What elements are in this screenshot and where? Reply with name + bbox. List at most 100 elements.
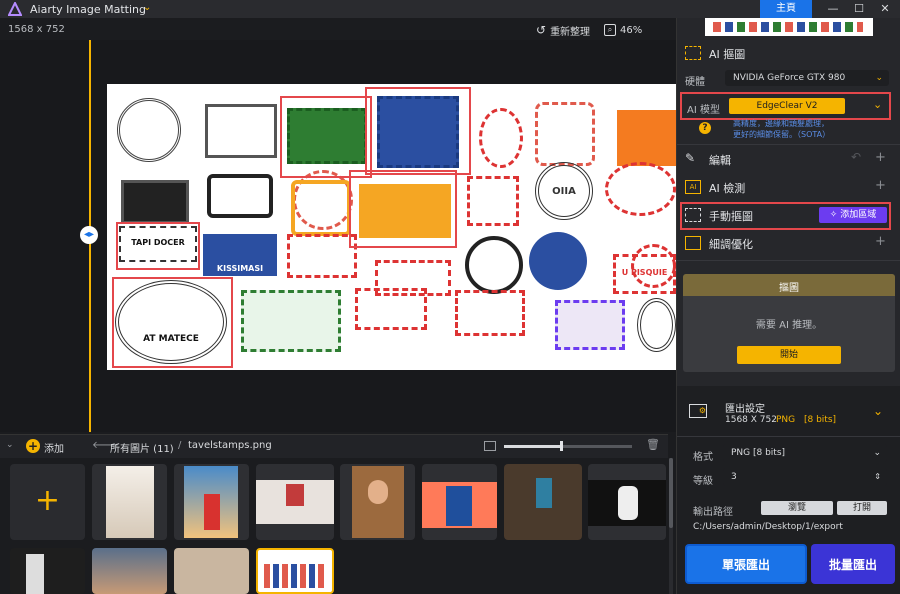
ai-detect-icon: AI <box>685 180 701 194</box>
compare-split-handle[interactable]: ◂▸ <box>80 226 98 244</box>
add-area-button[interactable]: ✧ 添加區域 <box>819 207 887 223</box>
open-button[interactable]: 打開 <box>837 501 887 515</box>
hardware-dropdown[interactable]: NVIDIA GeForce GTX 980 ⌄ <box>725 70 889 86</box>
image-thumbnail[interactable] <box>92 548 167 594</box>
stamp-oiia-text: OIIA <box>552 186 576 197</box>
add-icon[interactable]: + <box>26 439 40 453</box>
stamp-round-seal <box>637 298 676 352</box>
hardware-value: NVIDIA GeForce GTX 980 <box>733 73 846 83</box>
slider-fill <box>504 445 562 448</box>
edit-icon: ✎ <box>685 151 696 165</box>
undo-icon[interactable]: ↶ <box>851 150 861 164</box>
selection-box[interactable] <box>280 96 372 178</box>
image-thumbnail[interactable] <box>504 464 582 540</box>
image-thumbnail[interactable] <box>174 464 249 540</box>
chevron-down-icon[interactable]: ⌄ <box>143 2 151 13</box>
stamp-red-plane <box>355 288 427 330</box>
format-dropdown[interactable]: PNG [8 bits] ⌄ <box>723 444 887 462</box>
ai-model-value: EdgeClear V2 <box>756 101 818 111</box>
title-bar: Aiarty Image Matting ⌄ 主頁 — ☐ ✕ <box>0 0 900 18</box>
image-thumbnail[interactable] <box>92 464 167 540</box>
ai-model-dropdown[interactable]: EdgeClear V2 <box>729 98 845 114</box>
add-area-label: 添加區域 <box>840 210 877 220</box>
format-value: PNG [8 bits] <box>731 448 786 458</box>
stamp-red-plane-2 <box>455 290 525 336</box>
manual-matting-title[interactable]: 手動摳圖 <box>709 208 753 224</box>
sparkle-icon: ✧ <box>829 210 838 220</box>
stepper-arrows-icon[interactable]: ⇕ <box>874 468 881 486</box>
panel-preview-image <box>705 18 873 36</box>
all-images-breadcrumb[interactable]: 所有圖片 (11) <box>110 440 174 455</box>
export-size: 1568 X 752 <box>725 415 777 425</box>
slider-knob[interactable] <box>560 441 563 451</box>
reset-label: 重新整理 <box>550 26 591 38</box>
matting-card-title: 摳圖 <box>779 283 799 294</box>
selection-box[interactable] <box>349 170 457 248</box>
current-file-name: tavelstamps.png <box>188 440 272 451</box>
breadcrumb-separator: / <box>178 440 182 451</box>
expand-ai-detect-icon[interactable]: + <box>875 178 886 193</box>
edit-section-title[interactable]: 編輯 <box>709 152 731 168</box>
divider <box>677 260 900 261</box>
image-thumbnail[interactable] <box>10 548 85 594</box>
add-button[interactable]: 添加 <box>44 440 64 455</box>
model-description-line2: 更好的細節保留。（SOTA） <box>733 130 831 139</box>
stamp-city <box>205 104 277 158</box>
detail-optimize-title[interactable]: 細調優化 <box>709 236 753 252</box>
matting-card-description: 需要 AI 推理。 <box>755 320 823 331</box>
image-thumbnail[interactable] <box>422 464 497 540</box>
image-thumbnail[interactable] <box>588 464 666 540</box>
matting-card: 摳圖 需要 AI 推理。 開始 <box>683 274 895 372</box>
image-preview[interactable]: OIIA TAPI DOCER KISSIMASI U PISQUIE AT M… <box>107 84 676 370</box>
browse-button[interactable]: 瀏覽 <box>761 501 833 515</box>
trash-icon[interactable]: 🗑 <box>646 438 660 451</box>
app-logo-icon <box>8 2 22 16</box>
start-button[interactable]: 開始 <box>737 346 841 364</box>
close-button[interactable]: ✕ <box>872 0 898 18</box>
stamp-orange-building <box>617 110 676 166</box>
thumbnail-size-slider[interactable] <box>504 441 632 451</box>
image-thumbnail[interactable] <box>256 464 334 540</box>
divider <box>677 436 900 437</box>
ai-matting-icon <box>685 46 701 60</box>
export-settings-icon: ⚙ <box>689 404 707 418</box>
stamp-green-map <box>241 290 341 352</box>
selection-box[interactable] <box>116 222 200 270</box>
image-thumbnail[interactable] <box>340 464 415 540</box>
scrollbar-thumb[interactable] <box>669 458 673 528</box>
ai-matting-title: AI 摳圖 <box>709 48 746 61</box>
image-thumbnail[interactable] <box>174 548 249 594</box>
chevron-down-icon[interactable]: ⌄ <box>873 98 882 111</box>
export-format-tag: PNG <box>776 415 796 425</box>
output-path-value: C:/Users/admin/Desktop/1/export <box>693 522 843 532</box>
selection-box[interactable] <box>112 277 233 368</box>
stamp-red-square <box>287 234 357 278</box>
level-stepper[interactable]: 3 ⇕ <box>723 468 887 486</box>
collapse-icon[interactable]: ⌄ <box>6 440 14 450</box>
zoom-icon: ⌕ <box>604 24 616 36</box>
minimize-button[interactable]: — <box>820 0 846 18</box>
model-description-line1: 高精度，邊緣和頭髮處理， <box>733 119 829 128</box>
help-icon[interactable]: ? <box>699 122 711 134</box>
single-export-label: 單張匯出 <box>721 558 770 572</box>
add-image-tile[interactable]: + <box>10 464 85 540</box>
level-label: 等級 <box>693 476 713 487</box>
image-dimensions: 1568 x 752 <box>8 24 65 35</box>
stamp-red-round-2 <box>631 244 676 288</box>
stamp-blue-star: KISSIMASI <box>203 234 277 276</box>
stamp-red-oval <box>605 162 676 216</box>
refresh-icon: ↺ <box>536 23 547 37</box>
divider <box>677 144 900 145</box>
maximize-button[interactable]: ☐ <box>846 0 872 18</box>
image-thumbnail-selected[interactable] <box>256 548 334 594</box>
collapse-double-chevron-icon[interactable]: ⌄ <box>873 404 883 418</box>
expand-edit-icon[interactable]: + <box>875 150 886 165</box>
expand-detail-icon[interactable]: + <box>875 234 886 249</box>
stamp-bw-plane <box>121 180 189 224</box>
zoom-control[interactable]: ⌕ 46% <box>604 22 642 38</box>
ai-detect-title[interactable]: AI 檢測 <box>709 180 745 196</box>
selection-box[interactable] <box>365 87 471 175</box>
right-panel: AI 摳圖 硬體 NVIDIA GeForce GTX 980 ⌄ AI 模型 … <box>676 18 900 594</box>
reset-button[interactable]: ↺ 重新整理 <box>536 22 590 38</box>
home-button[interactable]: 主頁 <box>760 0 812 18</box>
